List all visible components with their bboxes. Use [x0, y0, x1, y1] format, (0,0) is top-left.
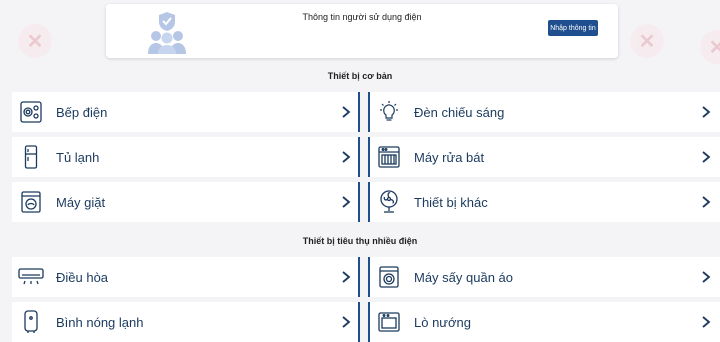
- device-label: Đèn chiếu sáng: [414, 104, 505, 120]
- chevron-right-icon: [698, 149, 714, 165]
- device-row: Điều hòa Máy sấy quần áo: [12, 257, 720, 297]
- device-label: Điều hòa: [56, 269, 109, 285]
- user-info-card: Thông tin người sử dụng điện Nhập thông …: [106, 4, 618, 58]
- device-item-air-conditioner[interactable]: Điều hòa: [12, 257, 360, 297]
- air-conditioner-icon: [18, 264, 44, 290]
- stove-icon: [18, 99, 44, 125]
- enter-info-button[interactable]: Nhập thông tin: [548, 20, 598, 36]
- chevron-right-icon: [338, 104, 354, 120]
- device-row: Máy giặt Thiết bị khác: [12, 182, 720, 222]
- section-title-heavy: Thiết bị tiêu thụ nhiều điện: [302, 236, 418, 246]
- device-item-dryer[interactable]: Máy sấy quần áo: [368, 257, 720, 297]
- evn-watermark-logo: ✕: [700, 30, 720, 64]
- device-row: Bình nóng lạnh Lò nướng: [12, 302, 720, 342]
- device-item-oven[interactable]: Lò nướng: [368, 302, 720, 342]
- device-item-other[interactable]: Thiết bị khác: [368, 182, 720, 222]
- dishwasher-icon: [376, 144, 402, 170]
- chevron-right-icon: [338, 194, 354, 210]
- dryer-icon: [376, 264, 402, 290]
- device-item-dishwasher[interactable]: Máy rửa bát: [368, 137, 720, 177]
- fridge-icon: [18, 144, 44, 170]
- device-label: Thiết bị khác: [414, 194, 488, 210]
- chevron-right-icon: [698, 269, 714, 285]
- device-label: Máy giặt: [56, 194, 106, 210]
- device-item-stove[interactable]: Bếp điện: [12, 92, 360, 132]
- device-label: Máy rửa bát: [414, 149, 485, 165]
- light-bulb-icon: [376, 99, 402, 125]
- chevron-right-icon: [338, 269, 354, 285]
- washing-machine-icon: [18, 189, 44, 215]
- water-heater-icon: [18, 309, 44, 335]
- device-label: Tủ lạnh: [56, 149, 100, 165]
- device-label: Lò nướng: [414, 314, 471, 330]
- info-title: Thông tin người sử dụng điện: [302, 12, 422, 22]
- device-row: Tủ lạnh Máy rửa bát: [12, 137, 720, 177]
- device-item-washing-machine[interactable]: Máy giặt: [12, 182, 360, 222]
- device-item-water-heater[interactable]: Bình nóng lạnh: [12, 302, 360, 342]
- evn-watermark-logo: ✕: [18, 24, 52, 58]
- chevron-right-icon: [698, 104, 714, 120]
- device-label: Bếp điện: [56, 104, 108, 120]
- device-item-fridge[interactable]: Tủ lạnh: [12, 137, 360, 177]
- fan-icon: [376, 189, 402, 215]
- chevron-right-icon: [698, 314, 714, 330]
- chevron-right-icon: [338, 149, 354, 165]
- device-row: Bếp điện Đèn chiếu sáng: [12, 92, 720, 132]
- section-title-basic: Thiết bị cơ bản: [327, 71, 393, 81]
- evn-watermark-logo: ✕: [630, 24, 664, 58]
- chevron-right-icon: [338, 314, 354, 330]
- device-label: Máy sấy quần áo: [414, 269, 514, 285]
- chevron-right-icon: [698, 194, 714, 210]
- device-item-lighting[interactable]: Đèn chiếu sáng: [368, 92, 720, 132]
- device-label: Bình nóng lạnh: [56, 314, 144, 330]
- oven-icon: [376, 309, 402, 335]
